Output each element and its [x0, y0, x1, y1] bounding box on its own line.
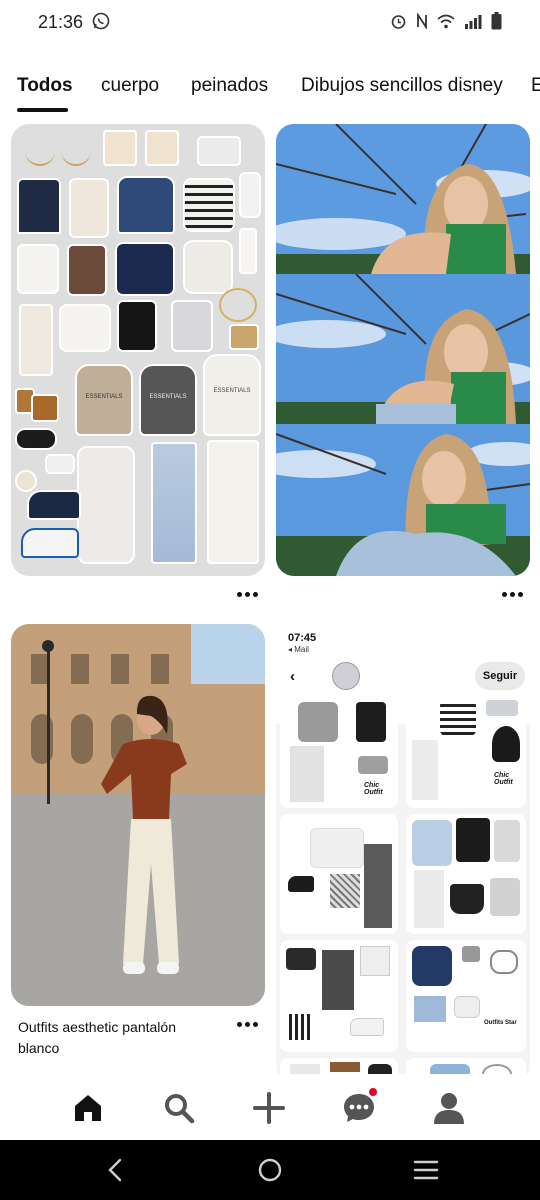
- messages-icon[interactable]: [339, 1088, 379, 1128]
- navy-top-image: [17, 178, 61, 234]
- pin-caption[interactable]: Outfits aesthetic pantalón blanco: [18, 1017, 208, 1059]
- grey-top-image: [171, 300, 213, 352]
- jewelry-image: [219, 288, 257, 322]
- tab-partial[interactable]: E: [531, 75, 540, 97]
- outfit-board: [280, 1058, 398, 1074]
- status-time: 21:36: [38, 12, 84, 32]
- screenshot-time: 07:45: [288, 632, 317, 644]
- back-icon[interactable]: [106, 1158, 124, 1187]
- sneaker-image: [27, 490, 81, 520]
- essentials-hoodie-image: ESSENTIALS: [75, 364, 133, 436]
- striped-sweater-image: [183, 178, 235, 232]
- selfie-frame: [276, 424, 530, 576]
- selfie-frame: [276, 274, 530, 424]
- tab-todos[interactable]: Todos: [17, 75, 73, 97]
- outfit-board: [406, 1058, 526, 1074]
- essentials-hoodie-image: ESSENTIALS: [203, 354, 261, 436]
- battery-icon: [491, 12, 502, 30]
- white-hoodie-image: [183, 240, 233, 294]
- white-pants-image: [207, 440, 259, 564]
- jeans-image: [151, 442, 197, 564]
- signal-icon: [464, 14, 482, 29]
- more-options-button[interactable]: [237, 1022, 258, 1027]
- screenshot-follow-button: Seguir: [475, 662, 525, 690]
- alarm-icon: [390, 13, 407, 30]
- hoodie-image: [117, 176, 175, 234]
- status-bar: 21:36: [0, 0, 540, 46]
- status-icons: [390, 12, 502, 30]
- screenshot-mail-label: ◂ Mail: [288, 645, 309, 654]
- necklace-image: [25, 130, 55, 166]
- avatar: [332, 662, 360, 690]
- black-bodysuit-image: [117, 300, 157, 352]
- bottle-image: [239, 228, 257, 274]
- nfc-icon: [416, 13, 428, 29]
- accessory-image: [229, 324, 259, 350]
- system-nav-bar: [0, 1140, 540, 1200]
- tab-peinados[interactable]: peinados: [191, 75, 268, 97]
- pants-image: [19, 304, 53, 376]
- pin-outfit-boards-screenshot[interactable]: 07:45 ◂ Mail ‹ Seguir Chic Outfit Chic O…: [276, 624, 530, 1074]
- watch-image: [15, 470, 37, 492]
- outfit-board: [280, 814, 398, 934]
- sweatpants-image: [77, 446, 135, 564]
- wifi-icon: [437, 14, 455, 29]
- profile-icon[interactable]: [429, 1088, 469, 1128]
- tab-dibujos-sencillos-disney[interactable]: Dibujos sencillos disney: [301, 75, 503, 97]
- notification-dot: [369, 1088, 377, 1096]
- street-photo: [11, 624, 265, 1006]
- tab-cuerpo[interactable]: cuerpo: [101, 75, 159, 97]
- pin-feed[interactable]: ESSENTIALS ESSENTIALS ESSENTIALS Outfits…: [0, 124, 540, 1074]
- board-tabs: Todos cuerpo peinados Dibujos sencillos …: [0, 70, 540, 114]
- outfit-board: Chic Outfit: [406, 696, 526, 808]
- tumbler-image: [239, 172, 261, 218]
- boots-image: [31, 394, 59, 422]
- active-tab-indicator: [17, 108, 68, 112]
- more-options-button[interactable]: [502, 592, 523, 597]
- candle-image: [145, 130, 179, 166]
- belt-bag-image: [15, 428, 57, 450]
- recents-icon[interactable]: [413, 1158, 439, 1187]
- pin-sky-selfie[interactable]: [276, 124, 530, 576]
- bodysuit-image: [69, 178, 109, 238]
- pin-street-outfit[interactable]: [11, 624, 265, 1006]
- navy-sweatshirt-image: [115, 242, 175, 296]
- chevron-left-icon: ‹: [290, 668, 295, 685]
- brown-top-image: [67, 244, 107, 296]
- outfit-board: [280, 940, 398, 1052]
- sneaker-image: [21, 528, 79, 558]
- bottom-nav: [0, 1074, 540, 1140]
- add-icon[interactable]: [249, 1088, 289, 1128]
- home-icon[interactable]: [68, 1088, 108, 1128]
- search-icon[interactable]: [159, 1088, 199, 1128]
- bag-image: [197, 136, 241, 166]
- card-holder-image: [45, 454, 75, 474]
- outfit-board: Chic Outfit: [280, 696, 398, 808]
- essentials-hoodie-image: ESSENTIALS: [139, 364, 197, 436]
- home-circle-icon[interactable]: [258, 1158, 282, 1187]
- necklace-image: [61, 130, 91, 166]
- selfie-frame: [276, 124, 530, 274]
- pin-clothing-collage[interactable]: ESSENTIALS ESSENTIALS ESSENTIALS: [11, 124, 265, 576]
- candle-image: [103, 130, 137, 166]
- white-top-image: [17, 244, 59, 294]
- outfit-board: [406, 814, 526, 934]
- whatsapp-icon: [92, 12, 110, 30]
- sweatshirt-image: [59, 304, 111, 352]
- more-options-button[interactable]: [237, 592, 258, 597]
- outfit-board: Outfits Star: [406, 940, 526, 1052]
